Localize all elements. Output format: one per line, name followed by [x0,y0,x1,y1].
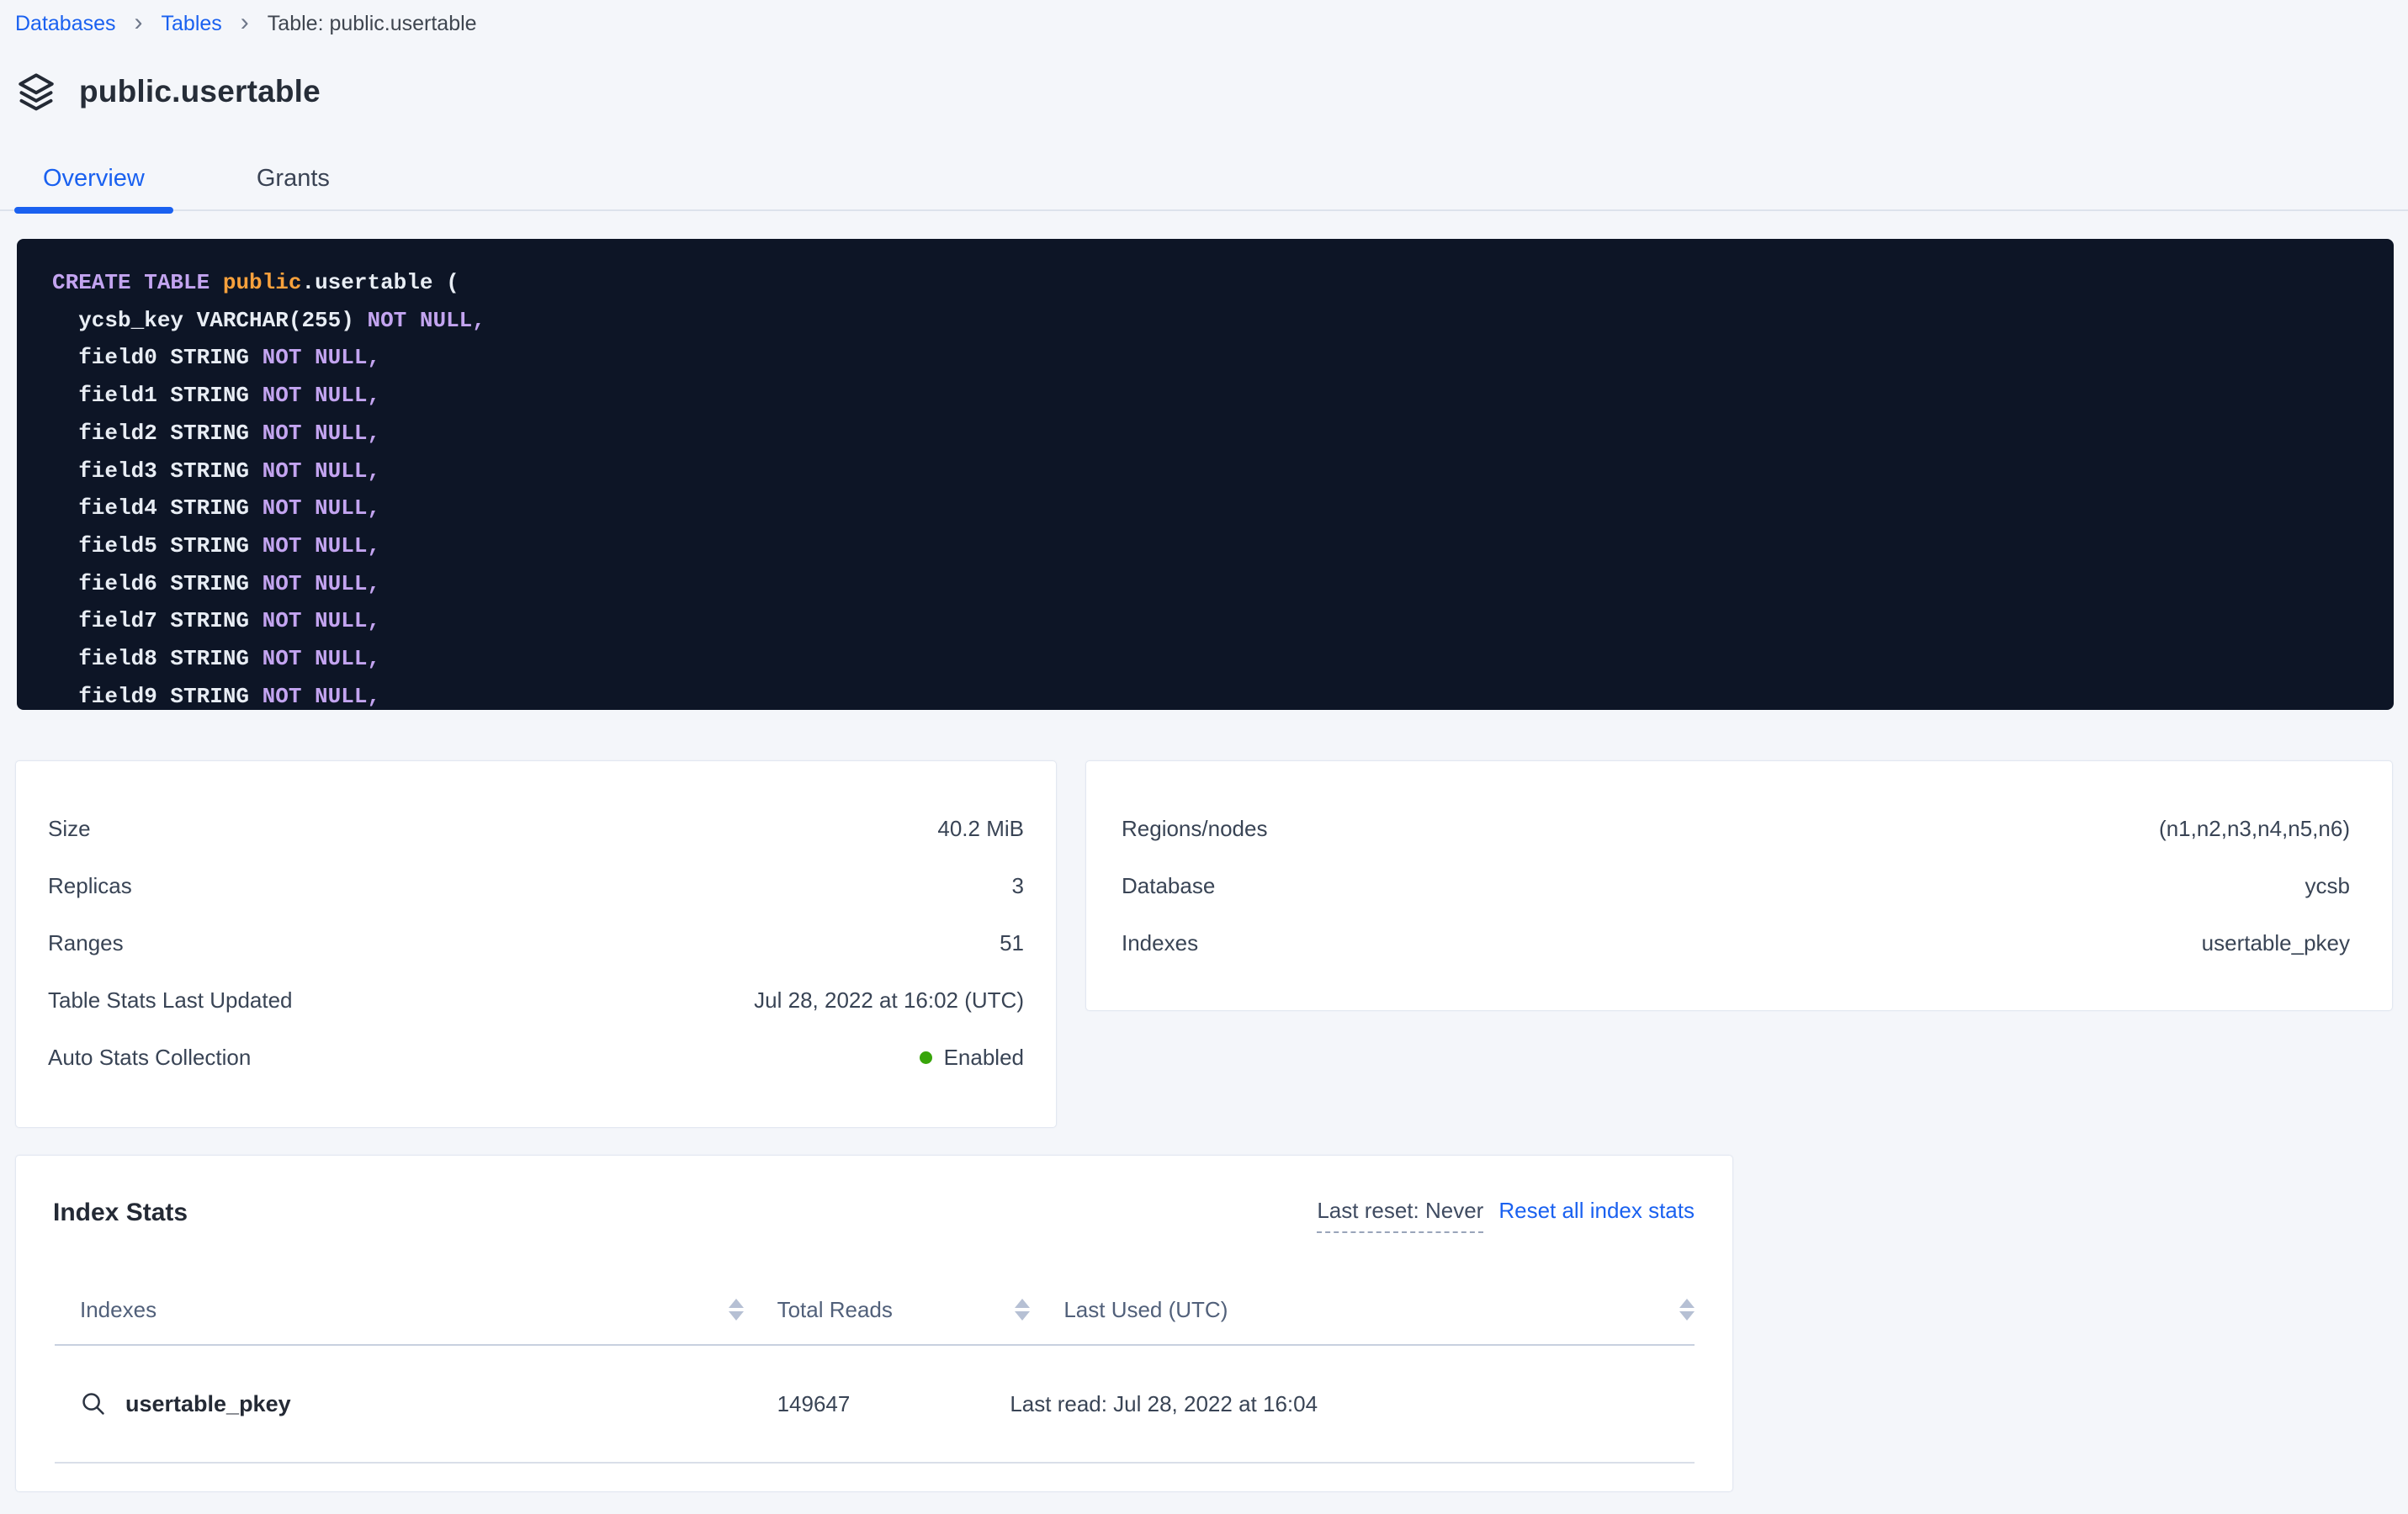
status-dot-enabled [920,1051,932,1064]
sort-icon[interactable] [1679,1299,1695,1321]
tab-bar: Overview Grants [0,147,2408,211]
sql-code: CREATE TABLE public.usertable ( ycsb_key… [52,264,2377,710]
details-section: Size 40.2 MiB Replicas 3 Ranges 51 Table… [15,760,2393,1128]
total-reads-cell: 149647 [744,1391,977,1417]
detail-row-database: Database ycsb [1086,857,2392,914]
breadcrumb: Databases › Tables › Table: public.usert… [15,12,2408,36]
index-stats-title: Index Stats [53,1196,188,1230]
index-table-row[interactable]: usertable_pkey 149647 Last read: Jul 28,… [55,1346,1695,1464]
page-title: public.usertable [79,74,321,109]
breadcrumb-link-tables[interactable]: Tables [162,12,222,36]
detail-value: usertable_pkey [2202,930,2350,956]
column-header-total-reads[interactable]: Total Reads [744,1297,977,1323]
detail-label: Auto Stats Collection [48,1045,251,1071]
detail-row-regions: Regions/nodes (n1,n2,n3,n4,n5,n6) [1086,800,2392,857]
detail-row-ranges: Ranges 51 [16,914,1056,971]
detail-label: Ranges [48,930,124,956]
detail-row-indexes: Indexes usertable_pkey [1086,914,2392,971]
detail-row-replicas: Replicas 3 [16,857,1056,914]
last-used-cell: Last read: Jul 28, 2022 at 16:04 [976,1391,1695,1417]
index-stats-card: Index Stats Last reset: Never Reset all … [15,1155,1733,1492]
table-meta-card: Regions/nodes (n1,n2,n3,n4,n5,n6) Databa… [1085,760,2393,1011]
tab-grants[interactable]: Grants [228,147,358,209]
detail-label: Indexes [1122,930,1198,956]
detail-label: Regions/nodes [1122,816,1267,842]
column-label: Total Reads [777,1297,893,1323]
column-label: Indexes [80,1297,156,1323]
detail-label: Database [1122,873,1215,899]
detail-label: Replicas [48,873,132,899]
detail-value: Jul 28, 2022 at 16:02 (UTC) [754,987,1024,1014]
index-stats-header: Index Stats Last reset: Never Reset all … [53,1196,1695,1233]
tab-overview[interactable]: Overview [14,147,173,209]
index-stats-actions: Last reset: Never Reset all index stats [1317,1196,1695,1233]
detail-row-size: Size 40.2 MiB [16,800,1056,857]
breadcrumb-current: Table: public.usertable [268,12,477,36]
detail-value: ycsb [2305,873,2350,899]
index-name-link[interactable]: usertable_pkey [125,1391,291,1417]
last-reset-label: Last reset: Never [1317,1196,1483,1233]
page-header: public.usertable [15,70,2408,114]
sort-icon[interactable] [1015,1299,1030,1321]
index-name-cell: usertable_pkey [55,1390,744,1417]
index-stats-table: Indexes Total Reads Last Used (UTC) [55,1275,1695,1464]
column-header-indexes[interactable]: Indexes [55,1297,744,1323]
detail-label: Table Stats Last Updated [48,987,293,1014]
detail-row-auto-stats: Auto Stats Collection Enabled [16,1029,1056,1086]
breadcrumb-link-databases[interactable]: Databases [15,12,116,36]
chevron-right-icon: › [241,12,249,33]
detail-value: 40.2 MiB [937,816,1024,842]
detail-value: (n1,n2,n3,n4,n5,n6) [2159,816,2350,842]
detail-label: Size [48,816,91,842]
stack-icon [15,71,57,113]
magnifier-icon [80,1390,107,1417]
sort-icon[interactable] [729,1299,744,1321]
status-text: Enabled [944,1045,1024,1071]
column-header-last-used[interactable]: Last Used (UTC) [1030,1297,1695,1323]
column-label: Last Used (UTC) [1063,1297,1228,1323]
table-stats-card: Size 40.2 MiB Replicas 3 Ranges 51 Table… [15,760,1057,1128]
index-table-header-row: Indexes Total Reads Last Used (UTC) [55,1275,1695,1346]
detail-value: Enabled [920,1045,1024,1071]
sort-control[interactable] [976,1299,1030,1321]
detail-value: 3 [1012,873,1024,899]
reset-index-stats-link[interactable]: Reset all index stats [1498,1196,1695,1225]
table-details-page: Databases › Tables › Table: public.usert… [0,12,2408,1514]
create-statement-box: CREATE TABLE public.usertable ( ycsb_key… [17,239,2394,710]
chevron-right-icon: › [135,12,143,33]
detail-row-stats-updated: Table Stats Last Updated Jul 28, 2022 at… [16,971,1056,1029]
detail-value: 51 [1000,930,1024,956]
